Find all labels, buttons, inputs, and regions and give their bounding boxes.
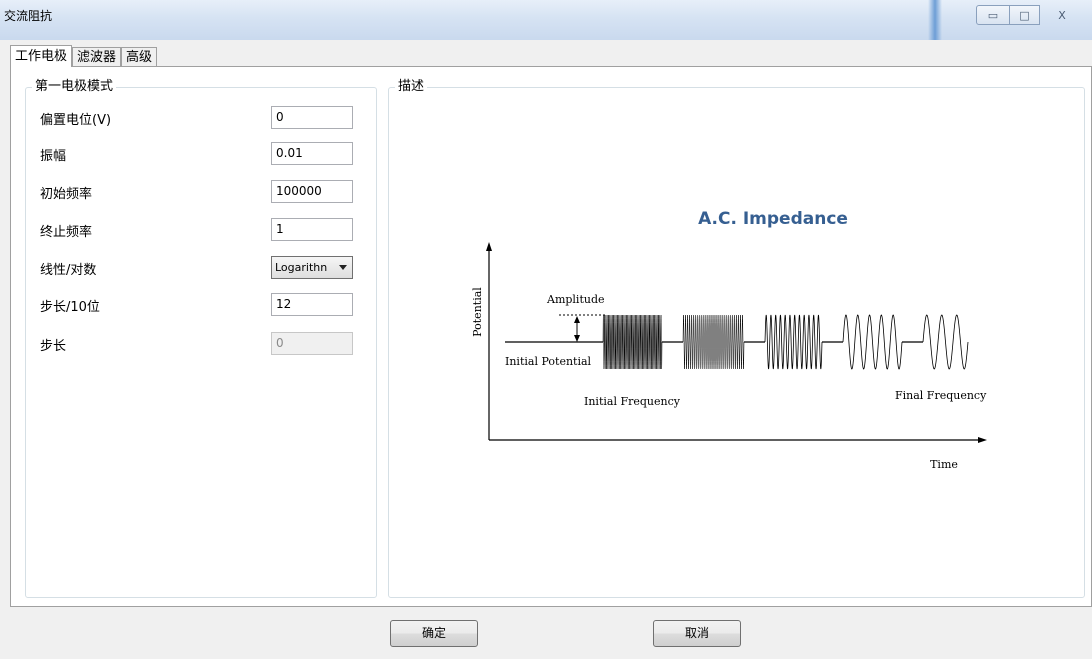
electrode-mode-group-title: 第一电极模式: [32, 79, 117, 95]
dialog-client-area: 工作电极 滤波器 高级 第一电极模式 偏置电位(V) 0 振幅 0.01 初始频…: [10, 40, 1092, 659]
bias-potential-input[interactable]: 0: [271, 106, 353, 129]
bias-potential-row: 偏置电位(V) 0: [36, 106, 366, 129]
minimize-button[interactable]: ▭: [976, 5, 1010, 25]
wave-packet-2: [682, 314, 745, 370]
diagram-title: A.C. Impedance: [698, 209, 848, 229]
initial-frequency-input[interactable]: 100000: [271, 180, 353, 203]
button-bar: 确定 取消: [10, 609, 1092, 659]
scale-row: 线性/对数 Logarithn: [36, 256, 366, 279]
tab-working-electrode[interactable]: 工作电极: [10, 45, 73, 67]
amplitude-label: 振幅: [40, 149, 67, 164]
y-axis-label: Potential: [471, 287, 484, 337]
ok-button[interactable]: 确定: [390, 620, 478, 647]
wave-packet-4: [842, 314, 903, 370]
step-input: 0: [271, 332, 353, 355]
amplitude-arrow-down: [574, 335, 580, 342]
close-icon: X: [1058, 8, 1066, 22]
cancel-button[interactable]: 取消: [653, 620, 741, 647]
wave-packet-3: [764, 314, 823, 370]
amplitude-label: Amplitude: [546, 293, 605, 306]
scale-select-value: Logarithn: [275, 261, 328, 274]
maximize-button[interactable]: □: [1010, 5, 1040, 25]
ac-impedance-svg: A.C. Impedance Potential Time Amplitude …: [471, 209, 987, 471]
final-frequency-label: 终止频率: [40, 225, 93, 240]
scale-label: 线性/对数: [40, 263, 97, 278]
amplitude-row: 振幅 0.01: [36, 142, 366, 165]
dropdown-arrow-icon: [339, 265, 347, 270]
steps-per-decade-input[interactable]: 12: [271, 293, 353, 316]
scale-select[interactable]: Logarithn: [271, 256, 353, 279]
tab-filter[interactable]: 滤波器: [72, 47, 122, 67]
amplitude-arrow-up: [574, 316, 580, 323]
maximize-icon: □: [1019, 8, 1030, 22]
minimize-icon: ▭: [987, 8, 999, 22]
initial-frequency-label: 初始频率: [40, 187, 93, 202]
title-bar: 交流阻抗 ▭ □ X: [0, 0, 1092, 40]
window-controls: ▭ □ X: [976, 5, 1088, 25]
window-title: 交流阻抗: [4, 9, 53, 23]
tab-strip: 工作电极 滤波器 高级: [10, 45, 158, 67]
amplitude-input[interactable]: 0.01: [271, 142, 353, 165]
ac-impedance-diagram: A.C. Impedance Potential Time Amplitude …: [447, 204, 1007, 504]
initial-frequency-diagram-label: Initial Frequency: [584, 395, 681, 408]
step-row: 步长 0: [36, 332, 366, 355]
final-frequency-input[interactable]: 1: [271, 218, 353, 241]
x-axis-arrowhead: [978, 437, 987, 443]
title-bar-glow: [928, 0, 942, 40]
close-button[interactable]: X: [1040, 5, 1084, 25]
step-label: 步长: [40, 339, 67, 354]
final-frequency-row: 终止频率 1: [36, 218, 366, 241]
final-frequency-diagram-label: Final Frequency: [895, 389, 987, 402]
steps-per-decade-label: 步长/10位: [40, 300, 100, 315]
initial-potential-label: Initial Potential: [505, 355, 592, 368]
electrode-mode-group: 第一电极模式 偏置电位(V) 0 振幅 0.01 初始频率 100000 终止频…: [25, 79, 377, 598]
wave-packet-1: [602, 314, 663, 370]
steps-per-decade-row: 步长/10位 12: [36, 293, 366, 316]
sine-wave-packets: [602, 314, 969, 370]
description-group: 描述 A.C. Impedance Potential Time Amplitu…: [388, 79, 1085, 598]
bias-potential-label: 偏置电位(V): [40, 113, 112, 128]
tab-page-working-electrode: 第一电极模式 偏置电位(V) 0 振幅 0.01 初始频率 100000 终止频…: [10, 66, 1092, 607]
tab-advanced[interactable]: 高级: [121, 47, 158, 67]
initial-frequency-row: 初始频率 100000: [36, 180, 366, 203]
wave-packet-5: [922, 314, 969, 370]
x-axis-label: Time: [930, 458, 958, 471]
y-axis-arrowhead: [486, 242, 492, 251]
description-group-title: 描述: [395, 79, 428, 95]
